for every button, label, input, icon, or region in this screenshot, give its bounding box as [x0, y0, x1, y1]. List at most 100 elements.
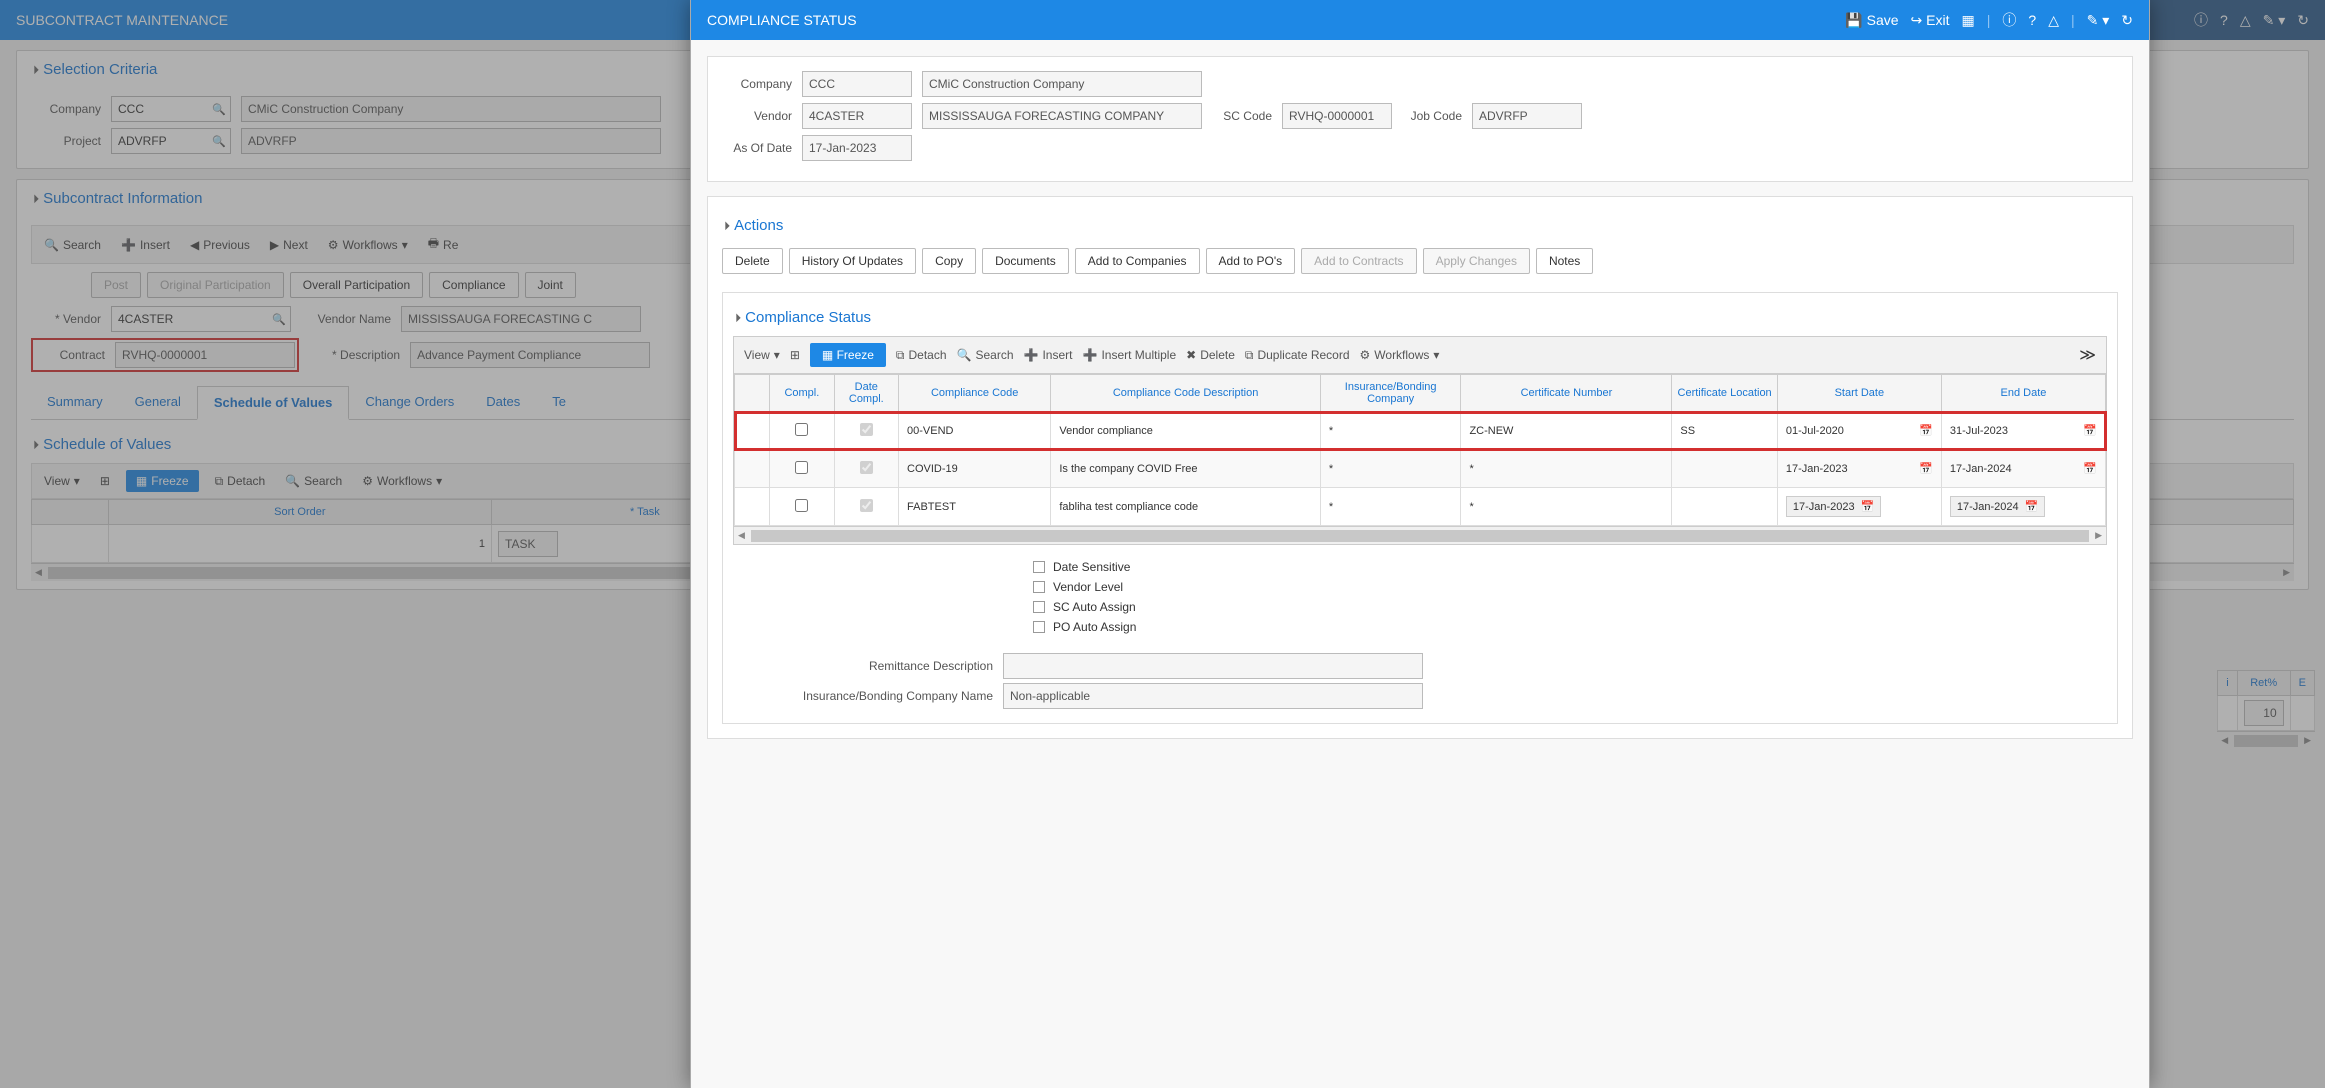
workflows-button[interactable]: ⚙ Workflows ▾	[1360, 348, 1440, 362]
history-of-updates-button[interactable]: History Of Updates	[789, 248, 916, 274]
check-label: Vendor Level	[1053, 580, 1123, 594]
insurance-company-cell: *	[1320, 450, 1461, 488]
column-header[interactable]: Compl.	[770, 375, 834, 412]
column-header[interactable]: Compliance Code	[899, 375, 1051, 412]
grid-icon[interactable]: ▦	[1962, 12, 1975, 29]
calendar-icon[interactable]: 📅	[2083, 424, 2097, 437]
m-company-code: CCC	[802, 71, 912, 97]
m-company-name: CMiC Construction Company	[922, 71, 1202, 97]
save-button[interactable]: 💾 Save	[1845, 12, 1898, 29]
notes-button[interactable]: Notes	[1536, 248, 1593, 274]
end-date-cell[interactable]: 17-Jan-2024📅	[1941, 450, 2105, 488]
column-header[interactable]: Start Date	[1777, 375, 1941, 412]
compliance-desc-cell: Is the company COVID Free	[1051, 450, 1321, 488]
insurance-company-cell: *	[1320, 412, 1461, 450]
m-vendor-code: 4CASTER	[802, 103, 912, 129]
column-header[interactable]: Insurance/Bonding Company	[1320, 375, 1461, 412]
modal-titlebar: COMPLIANCE STATUS 💾 Save ↪ Exit ▦ | ⓘ ? …	[691, 0, 2149, 40]
date-compl-checkbox	[860, 499, 873, 512]
ins-company-label: Insurance/Bonding Company Name	[733, 689, 993, 703]
column-header[interactable]: Certificate Number	[1461, 375, 1672, 412]
vendor-level-checkbox[interactable]	[1033, 581, 1045, 593]
remit-field	[1003, 653, 1423, 679]
compliance-scrollbar[interactable]	[734, 526, 2106, 544]
column-header[interactable]	[735, 375, 770, 412]
compl-checkbox[interactable]	[795, 461, 808, 474]
date-compl-checkbox	[860, 423, 873, 436]
compliance-code-cell: FABTEST	[899, 488, 1051, 526]
modal-header-form: Company CCC CMiC Construction Company Ve…	[707, 56, 2133, 182]
calendar-icon[interactable]: 📅	[1919, 424, 1933, 437]
check-label: SC Auto Assign	[1053, 600, 1136, 614]
compl-checkbox[interactable]	[795, 423, 808, 436]
m-vendor-label: Vendor	[722, 109, 792, 123]
detach-button[interactable]: ⧉ Detach	[896, 348, 947, 363]
cert-number-cell: *	[1461, 450, 1672, 488]
info-icon[interactable]: ⓘ	[2002, 10, 2016, 30]
calendar-icon[interactable]: 📅	[1861, 500, 1875, 513]
compl-checkbox[interactable]	[795, 499, 808, 512]
m-vendor-name: MISSISSAUGA FORECASTING COMPANY	[922, 103, 1202, 129]
compliance-header[interactable]: Compliance Status	[733, 303, 2107, 336]
sc-auto-assign-checkbox[interactable]	[1033, 601, 1045, 613]
calendar-icon[interactable]: 📅	[2025, 500, 2039, 513]
date-compl-checkbox	[860, 461, 873, 474]
m-jobcode-label: Job Code	[1402, 109, 1462, 123]
edit-icon[interactable]: ✎ ▾	[2087, 12, 2110, 29]
cert-location-cell	[1672, 450, 1777, 488]
column-header[interactable]: End Date	[1941, 375, 2105, 412]
insert-button[interactable]: ➕ Insert	[1024, 348, 1073, 362]
warning-icon[interactable]: △	[2048, 12, 2059, 29]
add-to-po-s-button[interactable]: Add to PO's	[1206, 248, 1296, 274]
cert-number-cell: *	[1461, 488, 1672, 526]
view-button[interactable]: View ▾	[744, 348, 780, 362]
m-company-label: Company	[722, 77, 792, 91]
start-date-cell[interactable]: 17-Jan-2023📅	[1777, 450, 1941, 488]
remit-label: Remittance Description	[733, 659, 993, 673]
modal-title: COMPLIANCE STATUS	[707, 12, 857, 28]
freeze-button[interactable]: ▦ Freeze	[810, 343, 886, 367]
start-date-cell[interactable]: 17-Jan-2023 📅	[1777, 488, 1941, 526]
copy-button[interactable]: Copy	[922, 248, 976, 274]
table-row[interactable]: FABTESTfabliha test compliance code**17-…	[735, 488, 2106, 526]
end-date-cell[interactable]: 17-Jan-2024 📅	[1941, 488, 2105, 526]
calendar-icon[interactable]: 📅	[1919, 462, 1933, 475]
table-row[interactable]: 00-VENDVendor compliance*ZC-NEWSS01-Jul-…	[735, 412, 2106, 450]
documents-button[interactable]: Documents	[982, 248, 1069, 274]
compliance-table-wrapper: View ▾ ⊞ ▦ Freeze ⧉ Detach 🔍 Search ➕ In…	[733, 336, 2107, 545]
table-row[interactable]: COVID-19Is the company COVID Free**17-Ja…	[735, 450, 2106, 488]
calendar-icon[interactable]: 📅	[2083, 462, 2097, 475]
insurance-company-cell: *	[1320, 488, 1461, 526]
m-asof-label: As Of Date	[722, 141, 792, 155]
column-header[interactable]: Date Compl.	[834, 375, 898, 412]
duplicate-button[interactable]: ⧉ Duplicate Record	[1245, 348, 1350, 363]
m-jobcode: ADVRFP	[1472, 103, 1582, 129]
refresh-icon[interactable]: ↻	[2121, 12, 2133, 29]
compliance-code-cell: COVID-19	[899, 450, 1051, 488]
actions-header[interactable]: Actions	[722, 211, 2118, 244]
format-icon[interactable]: ⊞	[790, 348, 800, 362]
date-sensitive-checkbox[interactable]	[1033, 561, 1045, 573]
delete-button[interactable]: Delete	[722, 248, 783, 274]
m-asof: 17-Jan-2023	[802, 135, 912, 161]
add-to-contracts-button[interactable]: Add to Contracts	[1301, 248, 1416, 274]
insert-multiple-button[interactable]: ➕ Insert Multiple	[1082, 348, 1176, 362]
add-to-companies-button[interactable]: Add to Companies	[1075, 248, 1200, 274]
column-header[interactable]: Compliance Code Description	[1051, 375, 1321, 412]
po-auto-assign-checkbox[interactable]	[1033, 621, 1045, 633]
start-date-cell[interactable]: 01-Jul-2020📅	[1777, 412, 1941, 450]
compliance-toolbar: View ▾ ⊞ ▦ Freeze ⧉ Detach 🔍 Search ➕ In…	[734, 337, 2106, 374]
help-icon[interactable]: ?	[2028, 12, 2036, 28]
more-button[interactable]: ≫	[2079, 345, 2096, 365]
exit-button[interactable]: ↪ Exit	[1911, 12, 1950, 29]
cert-number-cell: ZC-NEW	[1461, 412, 1672, 450]
delete-button[interactable]: ✖ Delete	[1186, 348, 1235, 362]
cert-location-cell: SS	[1672, 412, 1777, 450]
apply-changes-button[interactable]: Apply Changes	[1423, 248, 1530, 274]
compliance-desc-cell: fabliha test compliance code	[1051, 488, 1321, 526]
m-sccode-label: SC Code	[1212, 109, 1272, 123]
column-header[interactable]: Certificate Location	[1672, 375, 1777, 412]
search-button[interactable]: 🔍 Search	[957, 348, 1014, 362]
compliance-desc-cell: Vendor compliance	[1051, 412, 1321, 450]
end-date-cell[interactable]: 31-Jul-2023📅	[1941, 412, 2105, 450]
